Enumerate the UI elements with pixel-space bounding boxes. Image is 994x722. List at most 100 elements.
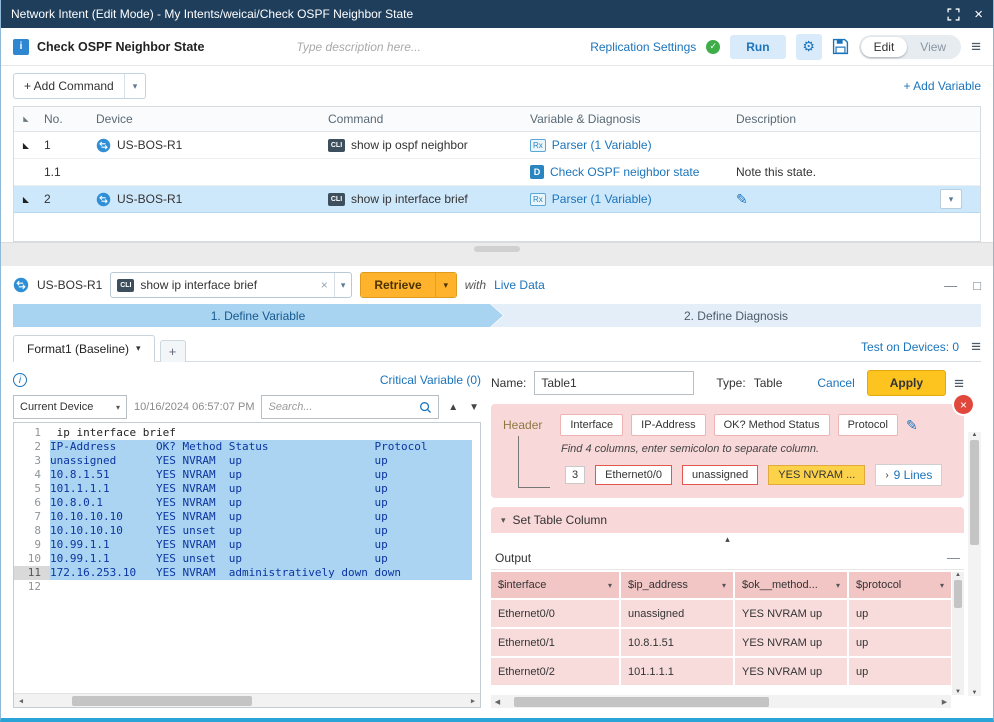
parser-link[interactable]: Parser (1 Variable): [552, 138, 652, 152]
vscroll-thumb[interactable]: [954, 580, 962, 608]
scroll-down-icon[interactable]: ▼: [972, 690, 978, 696]
search-input[interactable]: [268, 401, 415, 413]
cancel-link[interactable]: Cancel: [817, 376, 854, 390]
variable-menu-icon[interactable]: ≡: [954, 375, 964, 392]
parser-link[interactable]: Parser (1 Variable): [552, 192, 652, 206]
scroll-left-icon[interactable]: ◀: [14, 694, 28, 708]
apply-button[interactable]: Apply: [867, 370, 946, 396]
device-scope-select[interactable]: Current Device ▾: [13, 395, 127, 419]
close-icon[interactable]: ×: [974, 7, 983, 22]
tab-label: Format1 (Baseline): [27, 342, 129, 356]
variable-name-input[interactable]: [534, 371, 694, 395]
diagnosis-icon: D: [530, 165, 544, 179]
name-label: Name:: [491, 376, 526, 390]
table-row[interactable]: ◣ 1 US-BOS-R1 CLI show ip ospf neighbor …: [14, 132, 980, 159]
add-command-button[interactable]: + Add Command ▾: [13, 73, 146, 99]
find-next-icon[interactable]: ▼: [467, 402, 481, 413]
sample-ok-cell[interactable]: YES NVRAM ...: [768, 465, 865, 485]
edit-description-icon[interactable]: ✎: [736, 191, 748, 208]
col-device: Device: [96, 112, 328, 126]
live-data-link[interactable]: Live Data: [494, 278, 545, 292]
critical-variable-link[interactable]: Critical Variable (0): [380, 373, 481, 387]
command-text: show ip interface brief: [351, 192, 468, 206]
output-vscrollbar[interactable]: ▲ ▼: [952, 572, 964, 695]
scroll-left-icon[interactable]: ◀: [491, 698, 504, 706]
row-actions-dropdown[interactable]: ▾: [940, 189, 962, 209]
retrieve-button[interactable]: Retrieve ▾: [360, 272, 456, 298]
command-combobox[interactable]: CLI show ip interface brief × ▾: [110, 272, 352, 298]
description-input[interactable]: [296, 40, 526, 54]
restore-icon[interactable]: [947, 8, 960, 21]
output-column-header[interactable]: $interface▾: [491, 572, 619, 598]
output-column-header[interactable]: $protocol▾: [849, 572, 951, 598]
window-title: Network Intent (Edit Mode) - My Intents/…: [11, 7, 933, 21]
editor-hscrollbar[interactable]: ◀ ▶: [14, 693, 480, 707]
sample-interface-cell[interactable]: Ethernet0/0: [595, 465, 672, 485]
cli-output-editor[interactable]: 1 ip interface brief 2IP-Address OK? Met…: [13, 422, 481, 708]
chevron-down-icon[interactable]: ▾: [722, 581, 726, 590]
step-define-variable[interactable]: 1. Define Variable: [13, 304, 503, 327]
splitter-handle[interactable]: [474, 246, 520, 252]
hscroll-thumb[interactable]: [72, 696, 252, 706]
editor-line: 610.8.0.1 YES NVRAM up up: [14, 496, 480, 510]
add-variable-link[interactable]: + Add Variable: [903, 79, 981, 93]
minimize-icon[interactable]: —: [944, 278, 957, 293]
chevron-down-icon[interactable]: ▾: [136, 343, 141, 354]
clear-icon[interactable]: ×: [321, 278, 328, 292]
intent-name: Check OSPF Neighbor State: [37, 40, 204, 54]
chevron-down-icon[interactable]: ▾: [940, 581, 944, 590]
vscroll-thumb[interactable]: [970, 440, 979, 545]
expand-all-icon[interactable]: ◣: [14, 115, 44, 123]
column-chip[interactable]: OK? Method Status: [714, 414, 830, 436]
scroll-down-icon[interactable]: ▼: [955, 689, 961, 695]
tabs-menu-icon[interactable]: ≡: [971, 338, 981, 355]
scroll-right-icon[interactable]: ▶: [938, 698, 951, 706]
tab-format1-baseline[interactable]: Format1 (Baseline) ▾: [13, 335, 155, 362]
output-column-header[interactable]: $ok__method...▾: [735, 572, 847, 598]
remove-rule-icon[interactable]: ×: [954, 395, 973, 414]
maximize-icon[interactable]: □: [973, 278, 981, 293]
find-previous-icon[interactable]: ▲: [446, 402, 460, 413]
set-table-column-section[interactable]: ▾ Set Table Column: [491, 507, 964, 533]
header-menu-icon[interactable]: ≡: [971, 38, 981, 55]
cli-icon: CLI: [328, 193, 345, 206]
output-minimize-icon[interactable]: —: [947, 550, 960, 565]
add-format-tab[interactable]: +: [160, 340, 186, 362]
output-column-header[interactable]: $ip_address▾: [621, 572, 733, 598]
run-settings-gear-icon[interactable]: ⚙: [796, 34, 822, 60]
editor-line: 810.10.10.10 YES unset up up: [14, 524, 480, 538]
sample-ip-cell[interactable]: unassigned: [682, 465, 758, 485]
diagnosis-link[interactable]: Check OSPF neighbor state: [550, 165, 699, 179]
step-define-diagnosis[interactable]: 2. Define Diagnosis: [491, 304, 981, 327]
collapse-handle[interactable]: ▴: [491, 533, 964, 546]
save-icon[interactable]: [832, 38, 849, 55]
output-table: $interface▾ $ip_address▾ $ok__method...▾…: [491, 572, 964, 695]
output-hscrollbar[interactable]: ◀ ▶: [491, 695, 951, 708]
edit-toggle[interactable]: Edit: [861, 37, 908, 57]
chevron-down-icon[interactable]: ▾: [124, 74, 146, 98]
edit-columns-icon[interactable]: ✎: [906, 417, 918, 434]
info-icon[interactable]: i: [13, 373, 27, 387]
row-no: 1.1: [44, 165, 96, 179]
chevron-down-icon[interactable]: ▾: [608, 581, 612, 590]
expand-lines-button[interactable]: › 9 Lines: [875, 464, 942, 486]
scroll-right-icon[interactable]: ▶: [466, 694, 480, 708]
row-expander-icon[interactable]: ◣: [14, 141, 44, 150]
table-row-selected[interactable]: ◣ 2 US-BOS-R1 CLI show ip interface brie…: [14, 186, 980, 213]
test-on-devices-link[interactable]: Test on Devices: 0: [861, 340, 959, 354]
chevron-down-icon[interactable]: ▾: [435, 273, 456, 297]
hscroll-thumb[interactable]: [514, 697, 769, 707]
chevron-down-icon[interactable]: ▾: [836, 581, 840, 590]
col-no: No.: [44, 112, 96, 126]
chevron-down-icon[interactable]: ▾: [334, 273, 346, 297]
replication-settings-link[interactable]: Replication Settings: [590, 40, 696, 54]
pane-vscrollbar[interactable]: ▲ ▼: [968, 432, 981, 696]
table-row[interactable]: 1.1 D Check OSPF neighbor state Note thi…: [14, 159, 980, 186]
run-button[interactable]: Run: [730, 35, 785, 59]
row-expander-icon[interactable]: ◣: [14, 195, 44, 204]
search-icon[interactable]: [419, 401, 432, 414]
column-chip[interactable]: IP-Address: [631, 414, 705, 436]
column-chip[interactable]: Interface: [560, 414, 623, 436]
column-chip[interactable]: Protocol: [838, 414, 898, 436]
view-toggle[interactable]: View: [907, 37, 959, 57]
